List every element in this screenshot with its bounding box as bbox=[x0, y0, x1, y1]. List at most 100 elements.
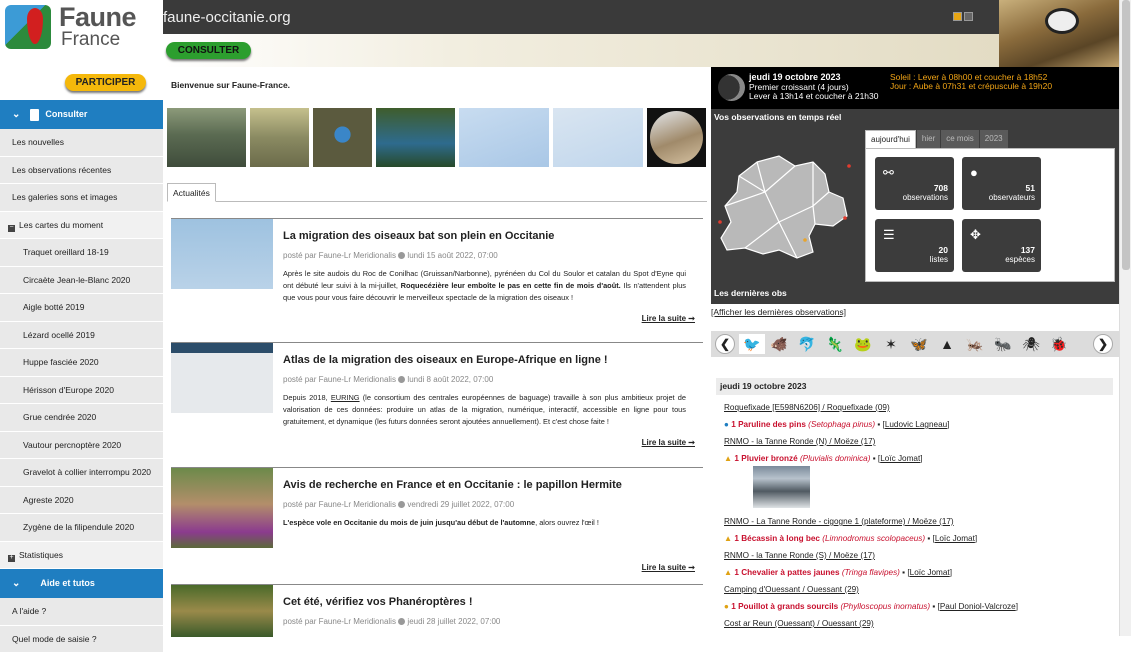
tab-actualites[interactable]: Actualités bbox=[167, 183, 216, 202]
sidebar-header-aide[interactable]: ⌄Aide et tutos bbox=[0, 569, 163, 598]
language-fr-icon[interactable] bbox=[953, 12, 962, 21]
sidebar-map-item[interactable]: Grue cendrée 2020 bbox=[0, 404, 163, 432]
photo-thumbnail[interactable] bbox=[250, 108, 309, 167]
carousel-prev-button[interactable]: ❮ bbox=[715, 334, 735, 354]
tab-aujourdhui[interactable]: aujourd'hui bbox=[865, 130, 916, 148]
species-name[interactable]: Pluvier bronzé bbox=[741, 454, 797, 463]
euring-link[interactable]: EURING bbox=[331, 393, 360, 402]
photo-thumbnail[interactable] bbox=[553, 108, 643, 167]
photo-thumbnail[interactable] bbox=[459, 108, 549, 167]
taxon-marine-mammals-icon[interactable]: 🐬 bbox=[794, 334, 820, 354]
map-marker[interactable] bbox=[847, 164, 851, 168]
sidebar-item-galeries[interactable]: Les galeries sons et images bbox=[0, 184, 163, 212]
observation-location[interactable]: Cost ar Reun (Ouessant) / Ouessant (29) bbox=[724, 619, 874, 628]
sidebar-map-item[interactable]: Lézard ocellé 2019 bbox=[0, 322, 163, 350]
show-last-observations-link[interactable]: [Afficher les dernières observations] bbox=[711, 307, 846, 317]
tab-hier[interactable]: hier bbox=[917, 130, 940, 148]
read-more-link[interactable]: Lire la suite ➞ bbox=[642, 314, 695, 323]
article-meta: posté par Faune-Lr Meridionalis vendredi… bbox=[283, 500, 514, 509]
info-icon[interactable]: ● bbox=[724, 420, 729, 429]
article-image[interactable] bbox=[171, 468, 273, 548]
sidebar-map-item[interactable]: Agreste 2020 bbox=[0, 487, 163, 515]
sidebar-map-item[interactable]: Gravelot à collier interrompu 2020 bbox=[0, 459, 163, 487]
observation-location[interactable]: Camping d'Ouessant / Ouessant (29) bbox=[724, 585, 859, 594]
sidebar-item-aide[interactable]: A l'aide ? bbox=[0, 598, 163, 626]
sidebar-item-observations[interactable]: Les observations récentes bbox=[0, 157, 163, 185]
taxon-reptiles-icon[interactable]: 🦎 bbox=[822, 334, 848, 354]
photo-thumbnail[interactable] bbox=[167, 108, 246, 167]
site-title: faune-occitanie.org bbox=[163, 9, 291, 26]
species-name[interactable]: Paruline des pins bbox=[738, 420, 806, 429]
sidebar-section-statistiques[interactable]: +Statistiques bbox=[0, 542, 163, 570]
article-image[interactable] bbox=[171, 219, 273, 289]
tab-annee[interactable]: 2023 bbox=[980, 130, 1008, 148]
species-name[interactable]: Chevalier à pattes jaunes bbox=[741, 568, 839, 577]
stat-observations[interactable]: ⚯708observations bbox=[875, 157, 954, 210]
observation-location[interactable]: RNMO - la Tanne Ronde (S) / Moëze (17) bbox=[724, 551, 875, 560]
document-icon bbox=[30, 109, 39, 121]
sidebar-item-saisie[interactable]: Quel mode de saisie ? bbox=[0, 626, 163, 653]
observation-photo[interactable] bbox=[753, 466, 810, 508]
observation-location[interactable]: RNMO - la Tanne Ronde (N) / Moëze (17) bbox=[724, 437, 875, 446]
sidebar-map-item[interactable]: Zygène de la filipendule 2020 bbox=[0, 514, 163, 542]
taxon-mammals-icon[interactable]: 🐗 bbox=[766, 334, 792, 354]
article-title[interactable]: Atlas de la migration des oiseaux en Eur… bbox=[283, 354, 608, 366]
taxon-amphibians-icon[interactable]: 🐸 bbox=[850, 334, 876, 354]
stat-observateurs[interactable]: ●51observateurs bbox=[962, 157, 1041, 210]
species-name[interactable]: Bécassin à long bec bbox=[741, 534, 820, 543]
stat-listes[interactable]: ☰20listes bbox=[875, 219, 954, 272]
taxon-moths-icon[interactable]: ▲ bbox=[934, 334, 960, 354]
sidebar-map-item[interactable]: Aigle botté 2019 bbox=[0, 294, 163, 322]
sidebar-map-item[interactable]: Hérisson d'Europe 2020 bbox=[0, 377, 163, 405]
sidebar-header-consulter[interactable]: ⌄Consulter bbox=[0, 100, 163, 129]
article-title[interactable]: La migration des oiseaux bat son plein e… bbox=[283, 230, 554, 242]
taxon-beetles-icon[interactable]: 🐞 bbox=[1046, 334, 1072, 354]
sidebar-map-item[interactable]: Vautour percnoptère 2020 bbox=[0, 432, 163, 460]
photo-thumbnail[interactable] bbox=[313, 108, 372, 167]
observation-location[interactable]: Roquefixade [E598N6206] / Roquefixade (0… bbox=[724, 403, 890, 412]
consulter-button[interactable]: CONSULTER bbox=[166, 42, 251, 59]
observation-entry: ● 1 Pouillot à grands sourcils (Phyllosc… bbox=[724, 602, 1018, 611]
observer-name[interactable]: Loïc Jomat bbox=[935, 534, 975, 543]
sidebar-map-item[interactable]: Circaète Jean-le-Blanc 2020 bbox=[0, 267, 163, 295]
map-marker[interactable] bbox=[718, 220, 722, 224]
taxon-butterflies-icon[interactable]: 🦋 bbox=[906, 334, 932, 354]
taxon-orthoptera-icon[interactable]: 🦗 bbox=[962, 334, 988, 354]
article-excerpt: Depuis 2018, EURING (le consortium des c… bbox=[283, 392, 686, 429]
photo-thumbnail[interactable] bbox=[376, 108, 455, 167]
photo-thumbnail[interactable] bbox=[647, 108, 706, 167]
occitanie-map[interactable] bbox=[717, 152, 857, 260]
taxon-odonates-icon[interactable]: ✶ bbox=[878, 334, 904, 354]
taxon-bugs-icon[interactable]: 🐜 bbox=[990, 334, 1016, 354]
observer-name[interactable]: Paul Doniol-Valcroze bbox=[940, 602, 1016, 611]
scrollbar-thumb[interactable] bbox=[1122, 0, 1130, 270]
article-image[interactable] bbox=[171, 343, 273, 413]
observer-name[interactable]: Loïc Jomat bbox=[910, 568, 950, 577]
news-article: Cet été, vérifiez vos Phanéroptères ! po… bbox=[171, 584, 703, 636]
article-title[interactable]: Avis de recherche en France et en Occita… bbox=[283, 479, 622, 491]
read-more-link[interactable]: Lire la suite ➞ bbox=[642, 563, 695, 572]
language-en-icon[interactable] bbox=[964, 12, 973, 21]
observer-name[interactable]: Loïc Jomat bbox=[880, 454, 920, 463]
page-scrollbar[interactable] bbox=[1119, 0, 1131, 636]
carousel-next-button[interactable]: ❯ bbox=[1093, 334, 1113, 354]
participer-button[interactable]: PARTICIPER bbox=[65, 74, 146, 91]
map-marker[interactable] bbox=[803, 238, 807, 242]
article-image[interactable] bbox=[171, 585, 273, 637]
tab-ce-mois[interactable]: ce mois bbox=[941, 130, 979, 148]
observation-location[interactable]: RNMO - La Tanne Ronde - cigogne 1 (plate… bbox=[724, 517, 954, 526]
sidebar-map-item[interactable]: Huppe fasciée 2020 bbox=[0, 349, 163, 377]
article-title[interactable]: Cet été, vérifiez vos Phanéroptères ! bbox=[283, 596, 473, 608]
stat-especes[interactable]: ✥137espèces bbox=[962, 219, 1041, 272]
map-region-shape[interactable] bbox=[721, 156, 847, 258]
species-name[interactable]: Pouillot à grands sourcils bbox=[738, 602, 838, 611]
observer-name[interactable]: Ludovic Lagneau bbox=[885, 420, 947, 429]
read-more-link[interactable]: Lire la suite ➞ bbox=[642, 438, 695, 447]
sidebar-section-cartes[interactable]: −Les cartes du moment bbox=[0, 212, 163, 240]
sidebar-map-item[interactable]: Traquet oreillard 18-19 bbox=[0, 239, 163, 267]
faune-france-logo[interactable]: Faune France bbox=[0, 0, 163, 67]
sidebar-item-nouvelles[interactable]: Les nouvelles bbox=[0, 129, 163, 157]
taxon-birds-icon[interactable]: 🐦 bbox=[739, 334, 765, 354]
taxon-mantis-icon[interactable]: 🕷 bbox=[1018, 334, 1044, 354]
map-marker[interactable] bbox=[843, 216, 847, 220]
